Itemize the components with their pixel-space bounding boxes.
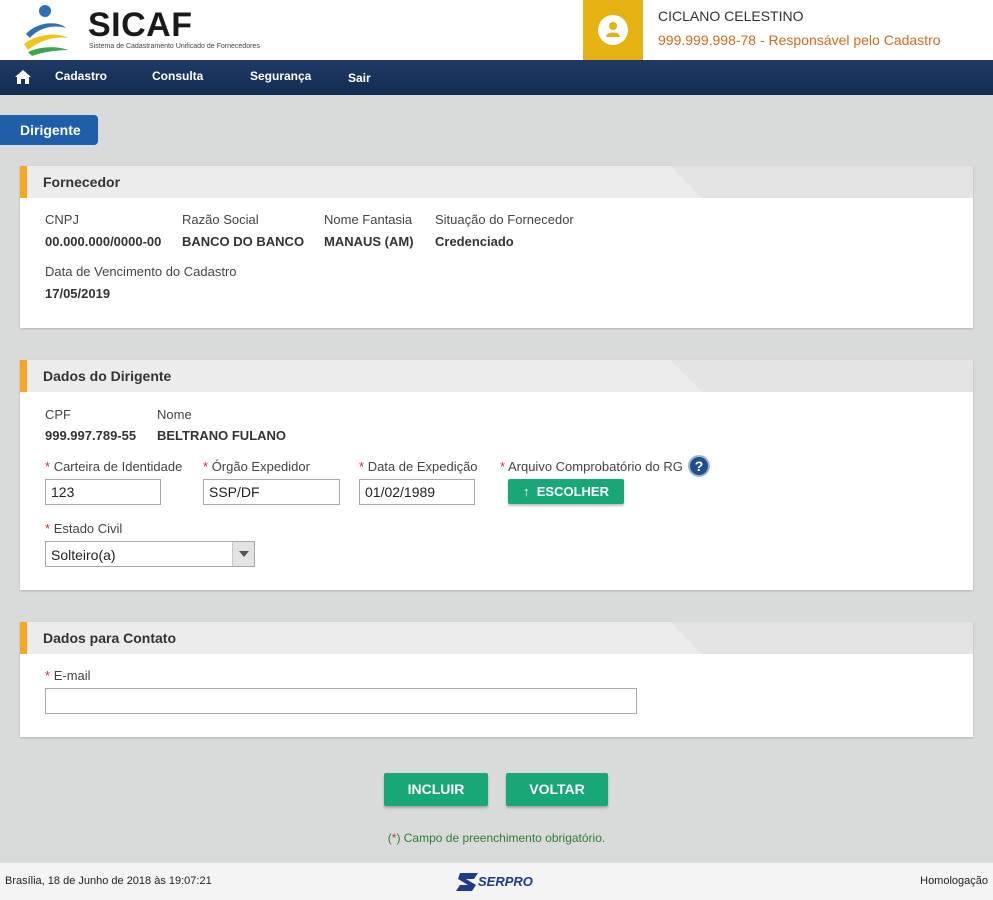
carteira-identidade-label: * Carteira de Identidade xyxy=(45,459,183,474)
page-footer: Brasília, 18 de Junho de 2018 às 19:07:2… xyxy=(0,862,993,900)
footer-datetime: Brasília, 18 de Junho de 2018 às 19:07:2… xyxy=(5,875,212,887)
arquivo-rg-label: * Arquivo Comprobatório do RG xyxy=(500,459,683,474)
fornecedor-panel: Fornecedor CNPJ 00.000.000/0000-00 Razão… xyxy=(20,166,973,328)
nav-item-sair[interactable]: Sair xyxy=(348,71,371,85)
dirigente-title: Dados do Dirigente xyxy=(43,368,172,384)
cnpj-label: CNPJ xyxy=(45,212,79,227)
serpro-brand: SERPRO xyxy=(478,874,533,889)
estado-civil-value: Solteiro(a) xyxy=(51,547,116,563)
orgao-expedidor-label: * Órgão Expedidor xyxy=(203,459,310,474)
nome-label: Nome xyxy=(157,407,192,422)
user-avatar[interactable] xyxy=(583,0,643,60)
dirigente-panel: Dados do Dirigente CPF 999.997.789-55 No… xyxy=(20,360,973,590)
nav-item-consulta[interactable]: Consulta xyxy=(152,69,203,83)
top-header: SICAF Sistema de Cadastramento Unificado… xyxy=(0,0,993,60)
main-nav: Cadastro Consulta Segurança Sair xyxy=(0,60,993,95)
sicaf-logo-mark-icon xyxy=(24,5,68,56)
incluir-button[interactable]: INCLUIR xyxy=(384,773,488,806)
nav-item-seguranca[interactable]: Segurança xyxy=(250,69,311,83)
logo-title: SICAF xyxy=(88,6,193,44)
chevron-down-icon[interactable] xyxy=(232,542,254,566)
page-title-tab: Dirigente xyxy=(0,115,98,145)
user-icon xyxy=(598,15,628,45)
situacao-label: Situação do Fornecedor xyxy=(435,212,574,227)
panel-accent xyxy=(20,166,27,198)
contato-panel: Dados para Contato * E-mail xyxy=(20,622,973,737)
data-expedicao-label: * Data de Expedição xyxy=(359,459,478,474)
razao-social-value: BANCO DO BANCO xyxy=(182,234,305,249)
upload-icon: ↑ xyxy=(523,484,530,499)
email-field[interactable] xyxy=(45,688,637,714)
vencimento-label: Data de Vencimento do Cadastro xyxy=(45,264,237,279)
fornecedor-panel-header: Fornecedor xyxy=(20,166,973,198)
voltar-button[interactable]: VOLTAR xyxy=(506,773,608,806)
contato-panel-header: Dados para Contato xyxy=(20,622,973,654)
nav-item-cadastro[interactable]: Cadastro xyxy=(55,69,107,83)
vencimento-value: 17/05/2019 xyxy=(45,286,111,301)
razao-social-label: Razão Social xyxy=(182,212,259,227)
footer-environment: Homologação xyxy=(920,875,988,887)
orgao-expedidor-input[interactable] xyxy=(203,479,340,505)
escolher-button[interactable]: ↑ ESCOLHER xyxy=(508,479,624,504)
home-icon[interactable] xyxy=(14,69,32,85)
fornecedor-title: Fornecedor xyxy=(43,174,121,190)
email-label: * E-mail xyxy=(45,668,91,683)
cnpj-value: 00.000.000/0000-00 xyxy=(45,234,162,249)
carteira-identidade-input[interactable] xyxy=(45,479,161,505)
contato-title: Dados para Contato xyxy=(43,630,177,646)
panel-accent xyxy=(20,622,27,654)
serpro-logo-icon xyxy=(456,873,478,891)
data-expedicao-input[interactable] xyxy=(359,479,475,505)
panel-accent xyxy=(20,360,27,392)
dirigente-panel-header: Dados do Dirigente xyxy=(20,360,973,392)
cpf-label: CPF xyxy=(45,407,71,422)
help-icon[interactable]: ? xyxy=(688,455,710,477)
required-note: (*) Campo de preenchimento obrigatório. xyxy=(387,831,606,845)
logo-subtitle: Sistema de Cadastramento Unificado de Fo… xyxy=(89,43,260,50)
user-role: 999.999.998-78 - Responsável pelo Cadast… xyxy=(658,32,941,48)
estado-civil-label: * Estado Civil xyxy=(45,521,123,536)
cpf-value: 999.997.789-55 xyxy=(45,428,137,443)
nome-value: BELTRANO FULANO xyxy=(157,428,287,443)
nome-fantasia-value: MANAUS (AM) xyxy=(324,234,414,249)
estado-civil-select[interactable]: Solteiro(a) xyxy=(45,541,255,567)
serpro-logo: SERPRO xyxy=(456,871,540,893)
sicaf-logo: SICAF Sistema de Cadastramento Unificado… xyxy=(18,4,278,58)
user-name: CICLANO CELESTINO xyxy=(658,8,804,24)
nome-fantasia-label: Nome Fantasia xyxy=(324,212,413,227)
situacao-value: Credenciado xyxy=(435,234,514,249)
